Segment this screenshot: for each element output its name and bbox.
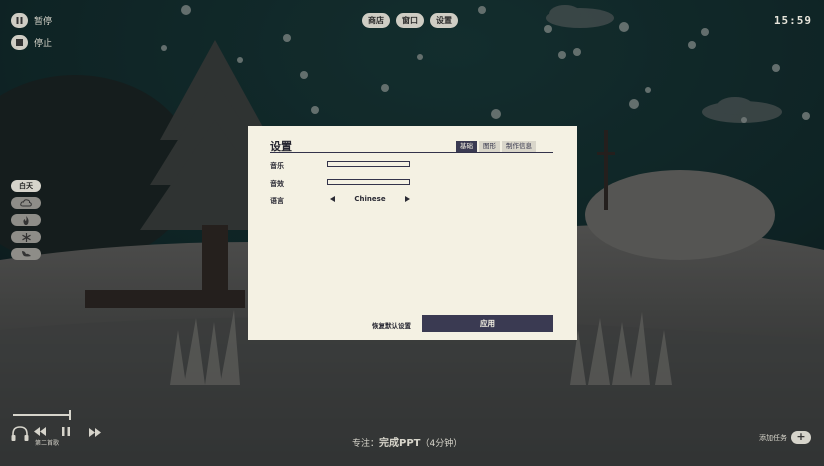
tab-credits[interactable]: 制作信息 bbox=[502, 141, 536, 152]
settings-tabs: 基础 图形 制作信息 bbox=[456, 141, 536, 152]
pause-icon[interactable] bbox=[11, 13, 28, 28]
stop-control[interactable]: 停止 bbox=[11, 35, 52, 50]
settings-dialog: 设置 基础 图形 制作信息 音乐 音效 语言 Chinese 恢复默认设置 应用 bbox=[248, 126, 577, 340]
previous-track-icon[interactable] bbox=[34, 427, 46, 436]
focus-task: 完成PPT bbox=[379, 438, 421, 449]
daytime-button[interactable]: 白天 bbox=[11, 180, 41, 192]
track-title: 第二首歌 bbox=[35, 440, 60, 447]
music-label: 音乐 bbox=[270, 162, 284, 170]
focus-status: 专注：完成PPT（4分钟） bbox=[352, 434, 462, 449]
scene-sidebar: 白天 bbox=[11, 180, 41, 260]
track-progress-bar[interactable] bbox=[13, 414, 71, 416]
arrow-right-icon[interactable] bbox=[404, 196, 410, 202]
focus-duration: （4分钟） bbox=[420, 439, 463, 449]
fire-icon bbox=[23, 215, 29, 225]
pause-label: 暂停 bbox=[34, 17, 53, 27]
tab-basic[interactable]: 基础 bbox=[456, 141, 477, 152]
snow-button[interactable] bbox=[11, 231, 41, 243]
add-task-control[interactable]: 添加任务 + bbox=[759, 431, 811, 444]
tab-window[interactable]: 窗口 bbox=[396, 13, 424, 28]
language-label: 语言 bbox=[270, 197, 284, 205]
sfx-label: 音效 bbox=[270, 180, 284, 188]
clock: 15:59 bbox=[773, 14, 812, 27]
headphones-icon[interactable] bbox=[11, 426, 29, 442]
plus-icon[interactable]: + bbox=[791, 431, 811, 444]
next-track-icon[interactable] bbox=[89, 428, 101, 437]
weather-cloud-button[interactable] bbox=[11, 197, 41, 209]
arrow-left-icon[interactable] bbox=[330, 196, 335, 202]
title-divider bbox=[270, 152, 553, 153]
track-progress-handle[interactable] bbox=[69, 410, 71, 420]
bird-icon bbox=[21, 251, 31, 257]
top-nav: 商店 窗口 设置 bbox=[362, 13, 458, 28]
sfx-volume-slider[interactable] bbox=[327, 179, 410, 185]
language-selector: Chinese bbox=[330, 195, 410, 203]
campfire-button[interactable] bbox=[11, 214, 41, 226]
bird-button[interactable] bbox=[11, 248, 41, 260]
pause-control[interactable]: 暂停 bbox=[11, 13, 52, 28]
snowflake-icon bbox=[21, 232, 31, 242]
add-task-label: 添加任务 bbox=[759, 433, 787, 442]
language-value: Chinese bbox=[354, 195, 386, 203]
tab-settings[interactable]: 设置 bbox=[430, 13, 458, 28]
stop-icon[interactable] bbox=[11, 35, 28, 50]
focus-prefix: 专注： bbox=[352, 439, 380, 449]
tab-graphics[interactable]: 图形 bbox=[479, 141, 500, 152]
pause-track-icon[interactable] bbox=[62, 427, 70, 436]
reset-defaults-button[interactable]: 恢复默认设置 bbox=[372, 320, 411, 330]
tab-shop[interactable]: 商店 bbox=[362, 13, 390, 28]
cloud-icon bbox=[20, 199, 32, 207]
apply-button[interactable]: 应用 bbox=[422, 315, 553, 332]
music-volume-slider[interactable] bbox=[327, 161, 410, 167]
stop-label: 停止 bbox=[34, 39, 53, 49]
